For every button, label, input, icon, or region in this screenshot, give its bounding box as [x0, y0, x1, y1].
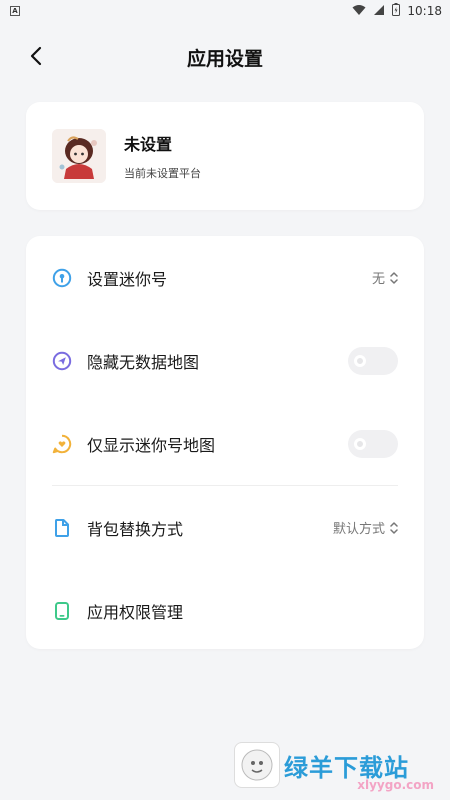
setting-value: 无: [372, 268, 398, 287]
toggle-knob: [354, 437, 366, 450]
watermark: 绿羊下载站 xlyygo.com: [234, 738, 444, 792]
setting-value: 默认方式: [333, 518, 398, 537]
setting-label: 隐藏无数据地图: [87, 352, 200, 372]
signal-icon: [373, 4, 385, 19]
phone-icon: [52, 601, 72, 621]
chevron-left-icon: [30, 46, 42, 66]
avatar: [52, 129, 106, 183]
notification-app-icon: A: [10, 6, 20, 16]
status-bar: A 10:18: [0, 0, 450, 22]
setting-label: 设置迷你号: [87, 269, 168, 289]
send-icon: [52, 351, 72, 371]
toggle-knob: [354, 354, 366, 367]
setting-label: 背包替换方式: [87, 519, 184, 539]
setting-row-hide-empty-maps: 隐藏无数据地图: [26, 319, 424, 402]
setting-label: 仅显示迷你号地图: [87, 435, 216, 455]
profile-info: 未设置 当前未设置平台: [124, 131, 201, 181]
setting-row-mini-id-maps-only: 仅显示迷你号地图: [26, 402, 424, 485]
settings-card: 设置迷你号 无 隐藏无数据地图 仅显示迷你号地图 背包替换方式 默认方式 应用权…: [26, 236, 424, 649]
mini-id-maps-only-toggle[interactable]: [348, 429, 398, 458]
profile-card[interactable]: 未设置 当前未设置平台: [26, 102, 424, 210]
setting-label: 应用权限管理: [87, 602, 184, 622]
watermark-logo-icon: [234, 742, 280, 788]
key-icon: [52, 268, 72, 288]
status-left: A: [10, 6, 20, 16]
back-button[interactable]: [24, 44, 48, 68]
page-title: 应用设置: [186, 47, 263, 70]
setting-row-permissions[interactable]: 应用权限管理: [26, 569, 424, 652]
chevron-up-down-icon: [390, 271, 398, 284]
setting-value-text: 默认方式: [332, 522, 385, 537]
status-time: 10:18: [407, 4, 442, 18]
app-header: 应用设置: [0, 22, 450, 92]
setting-row-backpack-replace[interactable]: 背包替换方式 默认方式: [26, 486, 424, 569]
wifi-icon: [352, 4, 366, 19]
document-icon: [52, 518, 72, 538]
battery-icon: [392, 3, 401, 19]
watermark-url: xlyygo.com: [357, 778, 434, 792]
status-right: 10:18: [352, 3, 442, 19]
profile-name: 未设置: [124, 135, 173, 154]
profile-description: 当前未设置平台: [124, 167, 201, 180]
heart-icon: [52, 434, 72, 454]
hide-empty-maps-toggle[interactable]: [348, 346, 398, 375]
setting-value-text: 无: [371, 272, 385, 287]
setting-row-mini-id[interactable]: 设置迷你号 无: [26, 236, 424, 319]
chevron-up-down-icon: [390, 521, 398, 534]
